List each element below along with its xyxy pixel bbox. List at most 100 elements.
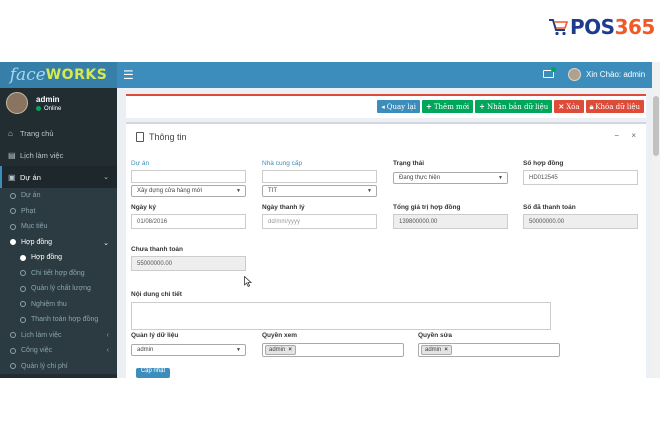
subitem-label: Quản lý chi phí	[21, 362, 68, 370]
detail-content-label: Nội dung chi tiết	[131, 291, 182, 298]
subsubitem-label: Nghiệm thu	[31, 300, 67, 308]
projects-submenu: Dự án Phạt Mục tiêu Hợp đồng ⌄ Hợp đồng C…	[0, 188, 117, 374]
sidebar-item-label: Trang chủ	[20, 128, 54, 138]
supplier-label: Nhà cung cấp	[262, 160, 303, 167]
user-name: admin	[36, 95, 60, 104]
status-label: Trạng thái	[393, 160, 425, 167]
lock-label: Khóa dữ liệu	[595, 102, 640, 111]
home-icon: ⌂	[8, 128, 13, 138]
detail-content-textarea[interactable]	[131, 302, 551, 330]
add-label: Thêm mới	[433, 102, 470, 111]
sidebar-subsubitem-contract[interactable]: Hợp đồng	[0, 250, 117, 266]
circle-icon	[20, 270, 26, 277]
circle-icon	[10, 208, 16, 215]
contract-number-input[interactable]: HD012545	[523, 170, 638, 185]
liquidation-date-label: Ngày thanh lý	[262, 204, 305, 211]
sidebar-subitem-tasks[interactable]: Công việc ‹	[0, 343, 117, 359]
update-button[interactable]: Cập nhật	[136, 368, 170, 378]
sidebar-subsubitem-acceptance[interactable]: Nghiệm thu	[0, 297, 117, 313]
project-search[interactable]	[131, 170, 246, 183]
sidebar-subsubitem-payment[interactable]: Thanh toán hợp đồng	[0, 312, 117, 328]
sidebar-subitem-contracts[interactable]: Hợp đồng ⌄	[0, 235, 117, 251]
faceworks-logo[interactable]: face WORKS	[0, 62, 117, 88]
subitem-label: Dự án	[21, 192, 41, 200]
supplier-search[interactable]	[262, 170, 377, 183]
header-avatar[interactable]	[568, 68, 581, 81]
sidebar-subsubitem-quality[interactable]: Quản lý chất lượng	[0, 281, 117, 297]
sidebar-subitem-penalty[interactable]: Phạt	[0, 204, 117, 220]
brand-left: POS	[570, 15, 615, 39]
delete-label: Xóa	[566, 102, 580, 111]
project-select[interactable]: Xây dựng cửa hàng mới ▼	[131, 185, 246, 197]
liquidation-date-input[interactable]: dd/mm/yyyy	[262, 214, 377, 229]
supplier-value: TIT	[268, 188, 277, 194]
sidebar-subitem-schedule[interactable]: Lịch làm việc ‹	[0, 328, 117, 344]
sidebar-item-label: Dự án	[20, 172, 41, 182]
subsubitem-label: Thanh toán hợp đồng	[31, 316, 99, 324]
duplicate-button[interactable]: + Nhân bản dữ liệu	[475, 100, 553, 113]
status-text: Online	[44, 106, 62, 113]
sidebar-item-home[interactable]: ⌂ Trang chủ	[0, 122, 117, 144]
avatar	[6, 92, 28, 114]
tag-label: admin	[269, 347, 286, 353]
unpaid-label: Chưa thanh toán	[131, 246, 184, 253]
scrollbar-thumb[interactable]	[653, 96, 659, 156]
add-button[interactable]: + Thêm mới	[422, 100, 474, 113]
data-manager-select[interactable]: admin ▼	[131, 344, 246, 356]
user-status: Online	[36, 106, 61, 112]
subitem-label: Phạt	[21, 207, 36, 215]
scrollbar[interactable]	[652, 62, 660, 378]
subsubitem-label: Quản lý chất lượng	[31, 285, 91, 293]
chevron-down-icon: ⌄	[103, 239, 109, 247]
lock-icon: 🔒︎	[589, 101, 594, 111]
back-button[interactable]: ◂ Quay lại	[377, 100, 420, 113]
sidebar: admin Online ⌂ Trang chủ ▤ Lịch làm việc…	[0, 88, 117, 378]
caret-down-icon: ▼	[236, 347, 241, 353]
close-icon[interactable]: ×	[631, 131, 636, 140]
circle-icon	[10, 363, 16, 370]
online-dot	[36, 106, 41, 111]
edit-permission-label: Quyền sửa	[418, 332, 452, 339]
sign-date-input[interactable]: 01/08/2016	[131, 214, 246, 229]
menu-toggle-icon[interactable]: ☰	[123, 68, 134, 82]
sidebar-subsubitem-contract-detail[interactable]: Chi tiết hợp đồng	[0, 266, 117, 282]
sidebar-subitem-projects[interactable]: Dự án	[0, 188, 117, 204]
paid-input: 50000000.00	[523, 214, 638, 229]
app-window: face WORKS ☰ Xin Chào: admin admin Online…	[0, 62, 660, 378]
supplier-select[interactable]: TIT ▼	[262, 185, 377, 197]
lock-button[interactable]: 🔒︎ Khóa dữ liệu	[585, 100, 644, 113]
brand-right: 365	[614, 15, 656, 39]
contract-number-label: Số hợp đồng	[523, 160, 564, 167]
subsubitem-label: Chi tiết hợp đồng	[31, 269, 85, 277]
top-header: face WORKS ☰ Xin Chào: admin	[0, 62, 660, 88]
sidebar-subitem-costs[interactable]: Quản lý chi phí	[0, 359, 117, 375]
unpaid-value: 55000000.00	[137, 260, 173, 267]
sidebar-item-projects[interactable]: ▣ Dự án ⌄	[0, 166, 117, 188]
minimize-icon[interactable]: −	[614, 131, 619, 140]
x-icon: ✕	[558, 102, 565, 111]
liquidation-date-placeholder: dd/mm/yyyy	[268, 218, 301, 225]
subitem-label: Công việc	[21, 347, 53, 355]
remove-tag-icon[interactable]: ×	[444, 347, 448, 353]
permission-tag[interactable]: admin ×	[421, 345, 452, 355]
document-icon	[136, 132, 144, 142]
caret-down-icon: ▼	[367, 188, 372, 194]
view-permission-input[interactable]: admin ×	[262, 343, 404, 357]
total-value-input: 139800000.00	[393, 214, 508, 229]
edit-permission-input[interactable]: admin ×	[418, 343, 560, 357]
delete-button[interactable]: ✕ Xóa	[554, 100, 584, 113]
total-value-value: 139800000.00	[399, 218, 438, 225]
chevron-left-icon: ‹	[106, 347, 109, 354]
circle-icon	[10, 223, 16, 230]
view-permission-label: Quyền xem	[262, 332, 298, 339]
project-value: Xây dựng cửa hàng mới	[137, 188, 203, 194]
status-select[interactable]: Đang thực hiện ▼	[393, 172, 508, 184]
permission-tag[interactable]: admin ×	[265, 345, 296, 355]
sidebar-subitem-goals[interactable]: Mục tiêu	[0, 219, 117, 235]
sidebar-item-schedule[interactable]: ▤ Lịch làm việc	[0, 144, 117, 166]
circle-icon	[20, 285, 26, 292]
remove-tag-icon[interactable]: ×	[288, 347, 292, 353]
chevron-left-icon: ‹	[106, 331, 109, 339]
page: POS 365 face WORKS ☰ Xin Chào: admin admin…	[0, 0, 660, 440]
user-greeting[interactable]: Xin Chào: admin	[586, 70, 645, 79]
